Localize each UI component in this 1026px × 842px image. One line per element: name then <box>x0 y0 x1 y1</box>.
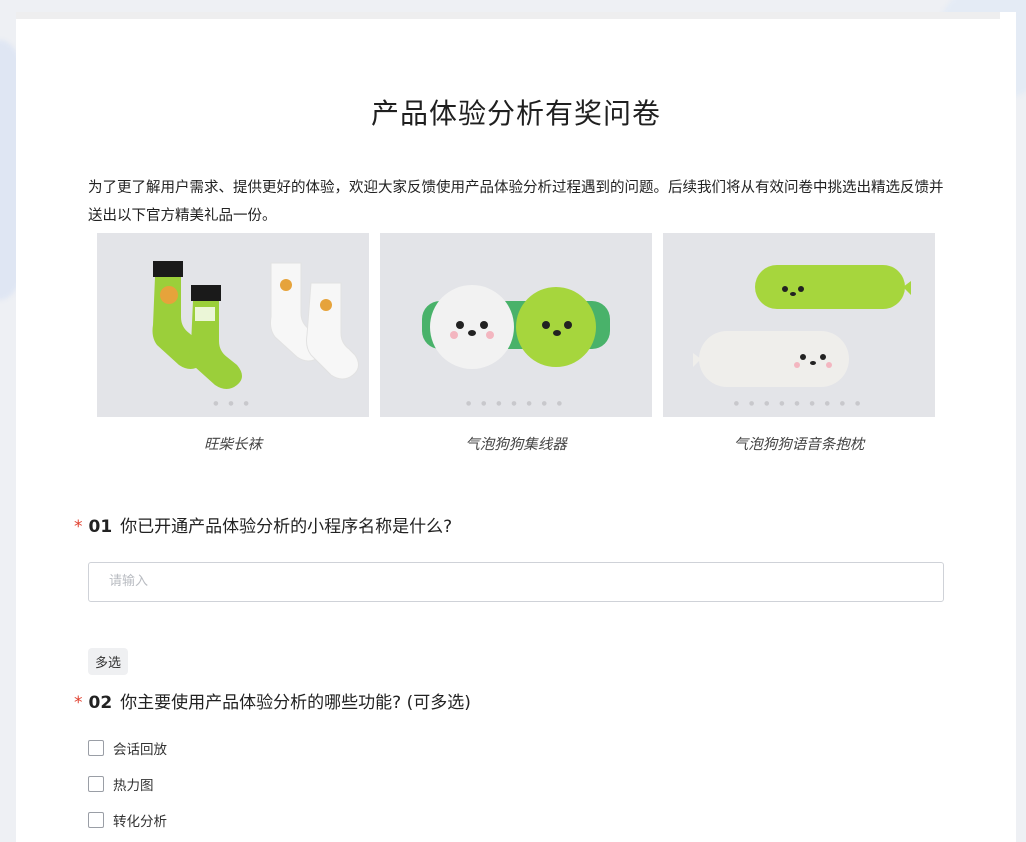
top-divider <box>16 12 1000 19</box>
question-1-title: * 01 你已开通产品体验分析的小程序名称是什么? <box>74 512 452 537</box>
option-label: 转化分析 <box>113 814 167 830</box>
required-mark: * <box>74 517 83 537</box>
question-number: 01 <box>88 517 113 537</box>
multi-select-tag: 多选 <box>88 648 129 675</box>
gift-item-hub: ● ● ● ● ● ● ● 气泡狗狗集线器 <box>380 233 652 454</box>
carousel-dots: ● ● ● ● ● ● ● ● ● <box>733 400 865 407</box>
pillow-image: ● ● ● ● ● ● ● ● ● <box>663 233 935 417</box>
gift-caption: 气泡狗狗集线器 <box>465 437 567 453</box>
gift-caption: 气泡狗狗语音条抱枕 <box>733 437 865 453</box>
gift-item-pillow: ● ● ● ● ● ● ● ● ● 气泡狗狗语音条抱枕 <box>663 233 935 454</box>
option-heatmap[interactable]: 热力图 <box>88 774 154 794</box>
option-session-replay[interactable]: 会话回放 <box>88 738 167 758</box>
page-title: 产品体验分析有奖问卷 <box>370 97 661 130</box>
socks-image: ● ● ● <box>97 233 369 417</box>
question-2-title: * 02 你主要使用产品体验分析的哪些功能? (可多选) <box>74 688 471 713</box>
hub-image: ● ● ● ● ● ● ● <box>380 233 652 417</box>
gift-caption: 旺柴长袜 <box>204 437 262 453</box>
carousel-dots: ● ● ● ● ● ● ● <box>465 400 567 407</box>
checkbox[interactable] <box>88 776 104 792</box>
required-mark: * <box>74 693 83 713</box>
option-label: 会话回放 <box>113 742 167 758</box>
gift-item-socks: ● ● ● 旺柴长袜 <box>97 233 369 454</box>
option-label: 热力图 <box>113 778 154 794</box>
question-text: 你主要使用产品体验分析的哪些功能? (可多选) <box>120 693 471 713</box>
question-text: 你已开通产品体验分析的小程序名称是什么? <box>120 517 453 537</box>
option-conversion-analysis[interactable]: 转化分析 <box>88 810 167 830</box>
survey-card: 产品体验分析有奖问卷 为了更了解用户需求、提供更好的体验，欢迎大家反馈使用产品体… <box>16 12 1016 842</box>
carousel-dots: ● ● ● <box>213 400 253 407</box>
question-number: 02 <box>88 693 113 713</box>
miniprogram-name-input[interactable]: 请输入 <box>88 562 944 602</box>
checkbox[interactable] <box>88 740 104 756</box>
survey-intro: 为了更了解用户需求、提供更好的体验，欢迎大家反馈使用产品体验分析过程遇到的问题。… <box>88 180 944 224</box>
checkbox[interactable] <box>88 812 104 828</box>
